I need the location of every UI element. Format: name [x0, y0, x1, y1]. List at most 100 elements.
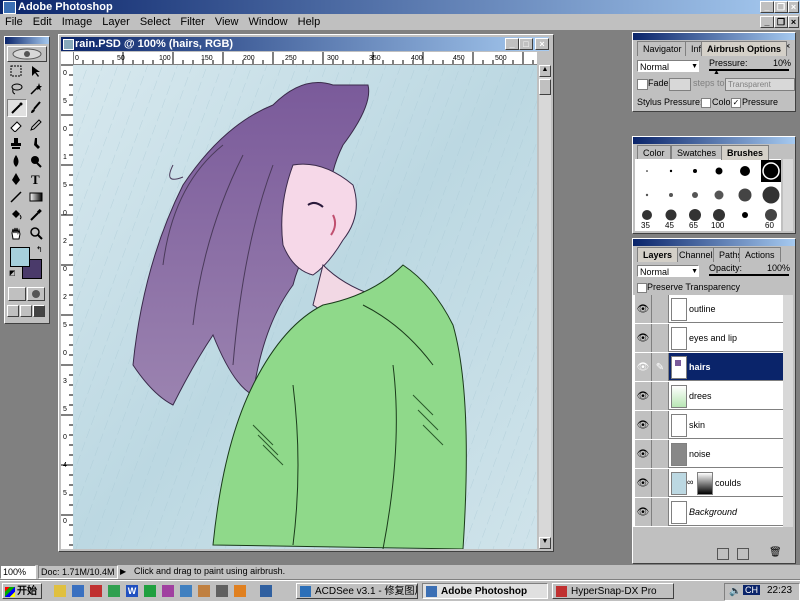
doc-window-close-button[interactable]: × — [535, 38, 549, 50]
eraser-tool-icon[interactable] — [7, 117, 25, 133]
app-icon[interactable] — [162, 585, 174, 597]
new-layer-icon[interactable] — [737, 548, 749, 560]
app-icon[interactable] — [108, 585, 120, 597]
document-title-bar[interactable]: rain.PSD @ 100% (hairs, RGB) _ □ × — [61, 37, 549, 51]
close-button[interactable]: × — [788, 1, 799, 13]
tab-actions[interactable]: Actions — [739, 247, 781, 262]
hand-tool-icon[interactable] — [7, 225, 25, 241]
layers-scrollbar[interactable] — [783, 295, 793, 527]
layer-row[interactable]: 👁 noise — [635, 440, 783, 468]
eye-icon[interactable]: 👁 — [635, 295, 652, 323]
brush-tip[interactable] — [714, 190, 724, 200]
restore-button[interactable]: ❐ — [774, 1, 788, 13]
minimize-button[interactable]: _ — [760, 1, 774, 13]
paint-bucket-tool-icon[interactable] — [7, 207, 25, 223]
magic-wand-tool-icon[interactable] — [27, 81, 45, 97]
menu-filter[interactable]: Filter — [175, 14, 209, 30]
brushes-scrollbar[interactable] — [783, 159, 793, 231]
brush-tip[interactable] — [762, 186, 780, 204]
airbrush-mode-select[interactable]: Normal ▼ — [637, 60, 699, 72]
image-canvas[interactable] — [73, 65, 537, 549]
doc-close-button[interactable]: × — [788, 16, 799, 28]
layers-palette-title-bar[interactable] — [633, 239, 795, 246]
brush-tip[interactable] — [738, 188, 752, 202]
eye-icon[interactable]: 👁 — [635, 498, 652, 526]
airbrush-tool-icon[interactable] — [7, 99, 27, 117]
language-indicator[interactable]: CH — [743, 585, 760, 595]
smudge-tool-icon[interactable] — [27, 135, 45, 151]
layer-row[interactable]: 👁 outline — [635, 295, 783, 323]
menu-file[interactable]: File — [0, 14, 28, 30]
new-channel-mask-icon[interactable] — [717, 548, 729, 560]
task-photoshop[interactable]: Adobe Photoshop — [422, 583, 548, 599]
toolbox-title-bar[interactable] — [5, 37, 49, 44]
doc-minimize-button[interactable]: _ — [760, 16, 774, 28]
menu-help[interactable]: Help — [293, 14, 326, 30]
brush-tip-selected[interactable] — [762, 162, 780, 180]
app-title-bar[interactable]: Adobe Photoshop _ ❐ × — [0, 0, 800, 14]
zoom-tool-icon[interactable] — [27, 225, 45, 241]
brush-tip[interactable] — [715, 167, 723, 175]
app-icon[interactable] — [90, 585, 102, 597]
eye-icon[interactable]: 👁 — [635, 353, 652, 381]
blend-mode-select[interactable]: Normal ▼ — [637, 265, 699, 277]
menu-select[interactable]: Select — [135, 14, 176, 30]
brush-tip[interactable] — [669, 169, 673, 173]
brush-tip[interactable] — [742, 212, 748, 218]
link-column[interactable] — [652, 295, 669, 323]
type-tool-icon[interactable]: T — [27, 171, 45, 187]
brush-tip[interactable] — [689, 209, 701, 221]
app-icon[interactable] — [216, 585, 228, 597]
eyedropper-tool-icon[interactable] — [27, 207, 45, 223]
trash-icon[interactable]: 🗑 — [769, 547, 782, 558]
horizontal-ruler[interactable]: 050100150200250300350400450500550 — [73, 52, 537, 65]
foreground-color-swatch[interactable] — [10, 247, 30, 267]
tab-layers[interactable]: Layers — [637, 247, 679, 262]
layer-row[interactable]: 👁 Background — [635, 498, 783, 526]
tab-color[interactable]: Color — [637, 145, 671, 160]
tab-brushes[interactable]: Brushes — [721, 145, 770, 160]
layer-row[interactable]: 👁 drees — [635, 382, 783, 410]
layer-mask-thumbnail[interactable] — [697, 472, 713, 495]
standard-mode-icon[interactable] — [8, 287, 26, 301]
brush-tip[interactable] — [665, 209, 677, 221]
task-acdsee[interactable]: ACDSee v3.1 - 修复图片 — [296, 583, 418, 599]
link-column[interactable] — [652, 440, 669, 468]
dodge-tool-icon[interactable] — [27, 153, 45, 169]
move-tool-icon[interactable] — [27, 63, 45, 79]
airbrush-palette-title-bar[interactable] — [633, 33, 795, 40]
menu-image[interactable]: Image — [57, 14, 98, 30]
brush-tip[interactable] — [740, 166, 750, 176]
default-colors-icon[interactable]: ◩ — [9, 269, 16, 277]
scroll-up-arrow-icon[interactable]: ▲ — [539, 65, 551, 77]
layer-row[interactable]: 👁 eyes and lip — [635, 324, 783, 352]
fade-steps-input[interactable] — [669, 78, 691, 91]
app-icon[interactable] — [260, 585, 272, 597]
play-arrow-icon[interactable]: ▶ — [120, 565, 126, 578]
brush-tip[interactable] — [692, 192, 698, 198]
app-icon[interactable] — [198, 585, 210, 597]
eye-icon[interactable]: 👁 — [635, 324, 652, 352]
pressure-slider-thumb[interactable]: ▲ — [713, 69, 720, 76]
screen-mode-menu-icon[interactable] — [20, 305, 32, 317]
blur-tool-icon[interactable] — [7, 153, 25, 169]
scroll-down-arrow-icon[interactable]: ▼ — [539, 537, 551, 549]
start-button[interactable]: 开始 — [2, 583, 42, 599]
tab-airbrush-options[interactable]: Airbrush Options — [701, 41, 787, 56]
lasso-tool-icon[interactable] — [7, 81, 25, 97]
eye-icon[interactable]: 👁 — [635, 469, 652, 497]
chain-link-icon[interactable]: ∞ — [687, 477, 693, 487]
marquee-tool-icon[interactable] — [7, 63, 25, 79]
link-column[interactable] — [652, 469, 669, 497]
menu-window[interactable]: Window — [244, 14, 293, 30]
excel-icon[interactable] — [144, 585, 156, 597]
swap-colors-icon[interactable]: ↰ — [36, 245, 43, 254]
stylus-pressure-checkbox[interactable]: ✓ — [731, 98, 741, 108]
screen-mode-full-icon[interactable] — [33, 305, 45, 317]
screen-mode-standard-icon[interactable] — [7, 305, 19, 317]
task-hypersnap[interactable]: HyperSnap-DX Pro — [552, 583, 674, 599]
link-column[interactable] — [652, 382, 669, 410]
layer-row[interactable]: 👁 skin — [635, 411, 783, 439]
line-tool-icon[interactable] — [7, 189, 25, 205]
layer-row[interactable]: 👁 ∞ coulds — [635, 469, 783, 497]
